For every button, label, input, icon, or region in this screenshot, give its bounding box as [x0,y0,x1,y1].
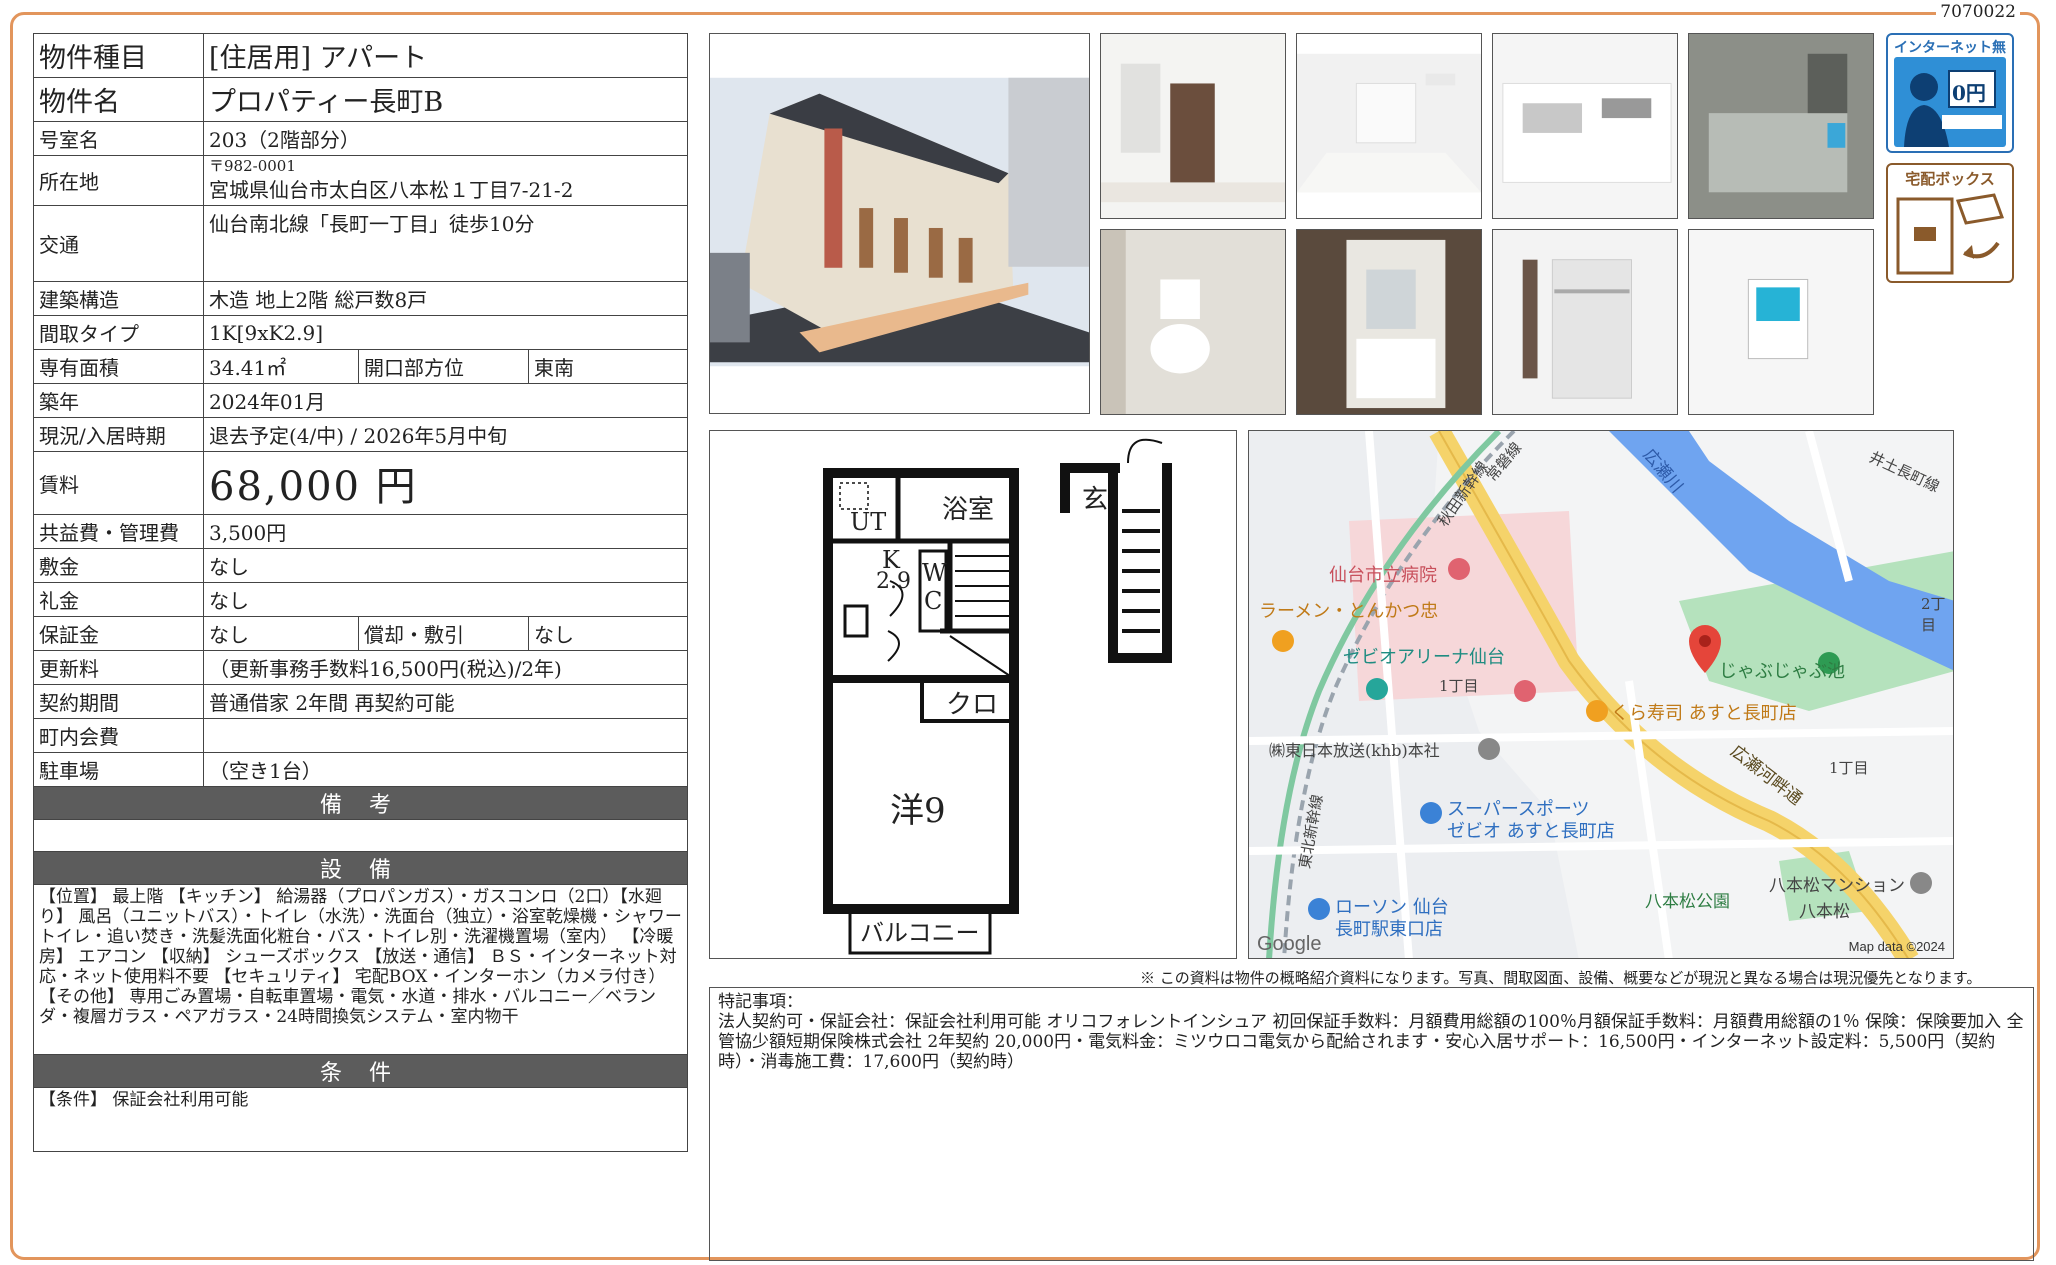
floorplan-kitchen-size: 2.9 [876,569,911,594]
google-logo: Google [1257,933,1322,955]
address-value: 宮城県仙台市太白区八本松１丁目7-21-2 [209,177,574,202]
layout-value: 1K[9xK2.9] [203,315,688,350]
deposit-value: なし [203,548,688,583]
contract-label: 契約期間 [33,684,204,719]
amort-label: 償却・敷引 [358,616,529,651]
fee-value: 3,500円 [203,514,688,549]
status-label: 現況/入居時期 [33,417,204,452]
room-label: 号室名 [33,121,204,156]
map-label-happonmatsu: 八本松 [1799,902,1850,922]
delivery-box-label: 宅配ボックス [1905,170,1995,188]
name-value: プロパティー長町B [203,77,688,122]
special-notes-box: 特記事項： 法人契約可・保証会社：保証会社利用可能 オリコフォレントインシュア … [709,987,2034,1261]
amort-value: なし [528,616,688,651]
town-label: 町内会費 [33,718,204,753]
conditions-text: 【条件】 保証会社利用可能 [33,1087,688,1152]
renewal-value: （更新事務手数料16,500円(税込)/2年) [203,650,688,685]
renewal-label: 更新料 [33,650,204,685]
exterior-photo [709,33,1090,414]
map-label-2chome: 2丁目 [1921,595,1946,634]
interior-photo-bath [1688,33,1874,219]
interior-photo-toilet [1100,229,1286,415]
status-value: 退去予定(4/中) / 2026年5月中旬 [203,417,688,452]
map-label-ramen: ラーメン・とんかつ忠 [1259,601,1439,622]
name-label: 物件名 [33,77,204,122]
map-label-hospital: 仙台市立病院 [1329,565,1437,586]
floorplan-room-label: 洋9 [890,791,946,831]
map-label-khb: ㈱東日本放送(khb)本社 [1269,741,1440,760]
location-map[interactable]: 仙台市立病院 ラーメン・とんかつ忠 ゼビオアリーナ仙台 1丁目 じゃぶじゃぶ池 … [1248,430,1954,959]
special-notes-text: 法人契約可・保証会社：保証会社利用可能 オリコフォレントインシュア 初回保証手数… [718,1012,2024,1072]
remarks-body [33,819,688,852]
floorplan-wc-c: C [924,587,943,615]
deposit-label: 敷金 [33,548,204,583]
property-info-table: 物件種目 [住居用] アパート 物件名 プロパティー長町B 号室名 203（2階… [33,33,688,1152]
interior-photo-entrance [1100,33,1286,219]
rent-value: 68,000 円 [203,451,688,515]
interior-photo-kitchen [1492,33,1678,219]
type-label: 物件種目 [33,33,204,78]
document-number: 7070022 [1936,2,2020,22]
contract-value: 普通借家 2年間 再契約可能 [203,684,688,719]
access-label: 交通 [33,205,204,282]
parking-value: （空き1台） [203,752,688,787]
floor-plan: UT 浴室 玄 K 2.9 W C クロ 洋9 バルコニー [709,430,1237,959]
remarks-header: 備 考 [33,786,688,820]
disclaimer: ※ この資料は物件の概略紹介資料になります。写真、間取図面、設備、概要などが現況… [1140,969,1982,987]
type-value: [住居用] アパート [203,33,688,78]
structure-value: 木造 地上2階 総戸数8戸 [203,281,688,316]
interior-photo-room [1296,33,1482,219]
equipment-text: 【位置】 最上階 【キッチン】 給湯器（プロパンガス）・ガスコンロ（2口）【水廻… [33,884,688,1055]
keymoney-value: なし [203,582,688,617]
internet-free-badge: インターネット無料 0円 [1886,33,2014,153]
layout-label: 間取タイプ [33,315,204,350]
map-data-credit: Map data ©2024 [1848,939,1945,954]
floorplan-wc-w: W [922,559,947,587]
internet-user-icon [1894,57,2006,147]
floorplan-entrance-label: 玄 [1082,485,1109,515]
floorplan-bath-label: 浴室 [942,495,995,525]
map-label-1chome-a: 1丁目 [1439,677,1479,695]
built-label: 築年 [33,383,204,418]
floorplan-balcony-label: バルコニー [860,919,980,947]
interior-photo-intercom [1688,229,1874,415]
rent-label: 賃料 [33,451,204,515]
access-value: 仙台南北線「長町一丁目」徒歩10分 [203,205,688,282]
guarantee-label: 保証金 [33,616,204,651]
interior-photo-washbasin [1296,229,1482,415]
town-value [203,718,688,753]
address-label: 所在地 [33,155,204,206]
built-value: 2024年01月 [203,383,688,418]
map-label-park: 八本松公園 [1645,892,1730,912]
parking-label: 駐車場 [33,752,204,787]
area-label: 専有面積 [33,349,204,384]
structure-label: 建築構造 [33,281,204,316]
room-value: 203（2階部分） [203,121,688,156]
map-label-xebio: ゼビオ あすと長町店 [1447,821,1615,842]
equipment-header: 設 備 [33,851,688,885]
map-label-arena: ゼビオアリーナ仙台 [1343,647,1505,668]
map-label-kurasushi: くら寿司 あすと長町店 [1611,703,1797,724]
delivery-box-badge: 宅配ボックス [1886,163,2014,283]
map-label-jabujabu: じゃぶじゃぶ池 [1719,661,1845,682]
special-notes-title: 特記事項： [718,992,803,1012]
map-label-lawson-branch: 長町駅東口店 [1335,919,1443,940]
direction-value: 東南 [528,349,688,384]
postal-code: 〒982-0001 [209,156,296,175]
guarantee-value: なし [203,616,359,651]
internet-zero-label: 0円 [1952,81,1986,105]
delivery-box-icon [1896,193,2005,275]
interior-photo-closet [1492,229,1678,415]
address-cell: 〒982-0001 宮城県仙台市太白区八本松１丁目7-21-2 [203,155,688,206]
map-label-mansion: 八本松マンション [1769,876,1905,896]
floorplan-ut-label: UT [850,508,887,536]
map-label-1chome-b: 1丁目 [1829,759,1869,777]
conditions-header: 条 件 [33,1054,688,1088]
direction-label: 開口部方位 [358,349,529,384]
area-value: 34.41㎡ [203,349,359,384]
keymoney-label: 礼金 [33,582,204,617]
floorplan-closet-label: クロ [946,690,999,720]
fee-label: 共益費・管理費 [33,514,204,549]
